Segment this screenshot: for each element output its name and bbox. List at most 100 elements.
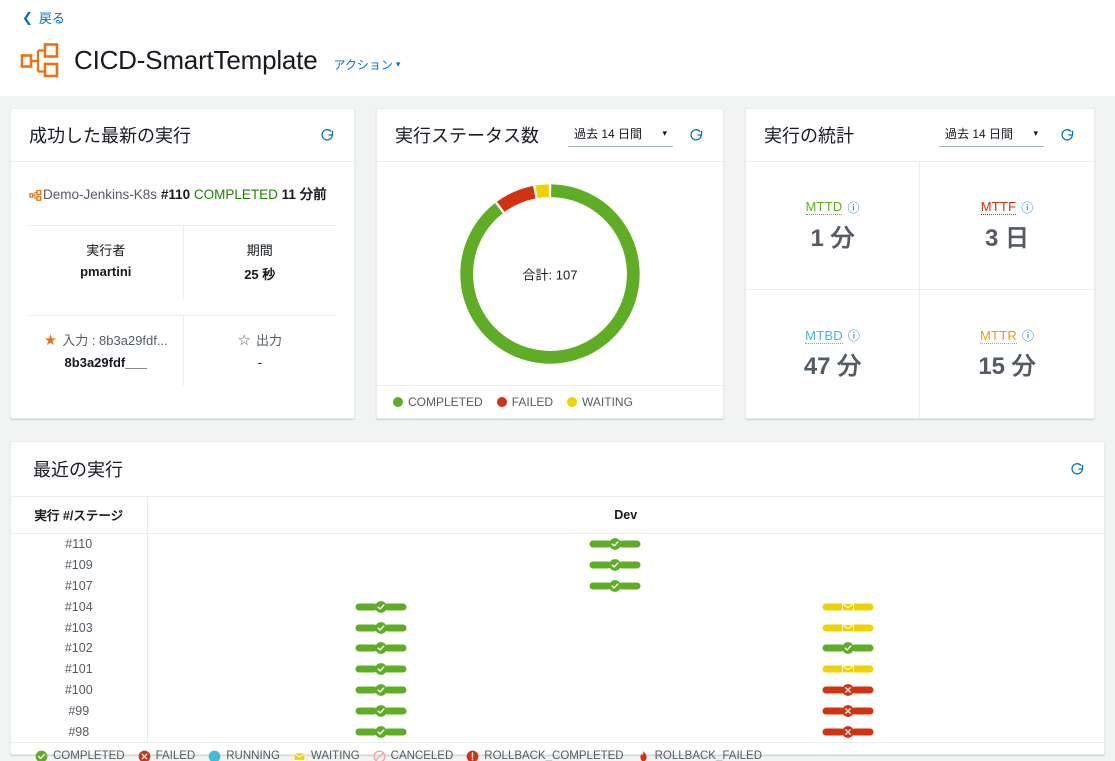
refresh-icon[interactable]: [685, 124, 707, 146]
filled-circle-icon: [208, 750, 221, 761]
legend-item-rollback_completed[interactable]: ROLLBACK_COMPLETED: [466, 750, 624, 761]
info-circle-icon[interactable]: ⓘ: [1021, 199, 1033, 216]
time-ago: 11 分前: [281, 187, 327, 202]
info-circle-icon[interactable]: ⓘ: [847, 199, 859, 216]
refresh-icon[interactable]: [1056, 124, 1078, 146]
actions-dropdown[interactable]: アクション ▾: [333, 56, 400, 73]
star-outline-icon[interactable]: ☆: [238, 331, 251, 349]
legend-label: WAITING: [310, 750, 360, 761]
stage-track: [148, 617, 1105, 638]
column-header-dev: Dev: [147, 497, 1104, 534]
table-row[interactable]: #99: [11, 700, 1104, 722]
stage-bar-right: [851, 624, 873, 632]
completed-status-icon: [374, 621, 387, 634]
stage-indicator-failed[interactable]: [822, 725, 873, 738]
stage-indicator-completed[interactable]: [355, 600, 406, 613]
refresh-icon[interactable]: [1066, 458, 1088, 480]
stage-indicator-waiting[interactable]: [822, 621, 873, 634]
stage-bar-right: [618, 561, 640, 569]
output-cell: ☆ 出力 -: [182, 316, 337, 386]
chevron-down-icon: ▾: [662, 128, 667, 138]
table-row[interactable]: #103: [11, 617, 1104, 638]
stage-indicator-completed[interactable]: [589, 538, 640, 551]
donut-total-label: 合計: 107: [522, 267, 578, 282]
donut-segment-waiting[interactable]: [535, 183, 550, 198]
input-cell: ★ 入力 : 8b3a29fdf... 8b3a29fdf___: [29, 316, 183, 386]
table-row[interactable]: #110: [11, 533, 1104, 555]
time-range-select[interactable]: 過去 14 日間 ▾: [939, 123, 1044, 147]
output-value: -: [257, 355, 262, 370]
stage-indicator-completed[interactable]: [589, 579, 640, 592]
info-circle-icon[interactable]: ⓘ: [848, 327, 860, 344]
legend-item-completed[interactable]: COMPLETED: [393, 395, 483, 409]
legend-item-failed[interactable]: FAILED: [138, 750, 196, 761]
table-row[interactable]: #107: [11, 575, 1104, 597]
executor-duration-row: 実行者 pmartini 期間 25 秒: [29, 225, 336, 299]
stage-indicator-completed[interactable]: [355, 663, 406, 676]
stage-indicator-completed[interactable]: [355, 683, 406, 696]
stage-bar-right: [384, 624, 406, 632]
execution-id-cell: #101: [11, 658, 148, 680]
time-range-select[interactable]: 過去 14 日間 ▾: [568, 123, 673, 147]
stage-indicator-completed[interactable]: [589, 559, 640, 572]
legend-item-rollback_failed[interactable]: ROLLBACK_FAILED: [637, 750, 762, 761]
table-row[interactable]: #104: [11, 596, 1104, 618]
card-title: 実行ステータス数: [395, 126, 539, 146]
refresh-icon[interactable]: [316, 124, 338, 146]
legend-item-failed[interactable]: FAILED: [496, 395, 553, 409]
stage-indicator-completed[interactable]: [355, 642, 406, 655]
stage-indicator-completed[interactable]: [355, 704, 406, 717]
stage-indicator-waiting[interactable]: [822, 600, 873, 613]
donut-legend: COMPLETED FAILED WAITING: [377, 385, 723, 418]
star-filled-icon[interactable]: ★: [44, 331, 57, 349]
legend-dot-icon: [496, 397, 507, 407]
table-row[interactable]: #98: [11, 721, 1104, 742]
execution-id-cell: #110: [11, 533, 148, 555]
back-label: 戻る: [38, 11, 65, 26]
actions-label: アクション: [333, 57, 393, 72]
stage-indicator-failed[interactable]: [822, 704, 873, 717]
card-header: 実行の統計 過去 14 日間 ▾: [746, 109, 1094, 162]
stage-indicator-waiting[interactable]: [822, 663, 873, 676]
flame-icon: [640, 750, 647, 761]
legend-item-completed[interactable]: COMPLETED: [35, 750, 125, 761]
pipeline-name-link[interactable]: Demo-Jenkins-K8s: [43, 187, 157, 202]
stage-indicator-completed[interactable]: [355, 621, 406, 634]
stage-indicator-completed[interactable]: [355, 725, 406, 738]
stages-cell: [147, 659, 1104, 680]
legend-item-canceled[interactable]: CANCELED: [373, 750, 454, 761]
stage-bar-right: [851, 686, 873, 694]
donut-chart: 合計: 107: [377, 162, 723, 385]
table-row[interactable]: #102: [11, 637, 1105, 659]
no-entry-icon: [373, 750, 386, 761]
stage-bar-right: [851, 603, 873, 611]
stage-track: [148, 638, 1105, 659]
card-header: 実行ステータス数 過去 14 日間 ▾: [377, 109, 723, 162]
legend-item-waiting[interactable]: WAITING: [567, 395, 633, 409]
stat-abbr-mttf[interactable]: MTTF: [980, 199, 1017, 215]
legend-label: CANCELED: [390, 750, 454, 761]
legend-label: FAILED: [155, 750, 196, 761]
stage-bar-right: [384, 686, 406, 694]
stat-abbr-mtbd[interactable]: MTBD: [805, 328, 843, 344]
stage-indicator-completed[interactable]: [822, 642, 873, 655]
completed-status-icon: [374, 725, 387, 738]
legend-dot-icon: [393, 397, 403, 407]
stages-cell: [147, 721, 1104, 742]
envelope-icon: [293, 752, 306, 761]
stage-bar-right: [384, 665, 406, 673]
info-circle-icon[interactable]: ⓘ: [1022, 327, 1034, 344]
legend-item-waiting[interactable]: WAITING: [293, 750, 360, 761]
table-row[interactable]: #109: [11, 554, 1104, 576]
donut-segment-failed[interactable]: [497, 185, 536, 212]
stat-abbr-mttr[interactable]: MTTR: [980, 328, 1017, 344]
legend-item-running[interactable]: RUNNING: [208, 750, 280, 761]
table-row[interactable]: #100: [11, 679, 1104, 701]
completed-status-icon: [374, 704, 387, 717]
stat-abbr-mttd[interactable]: MTTD: [805, 199, 843, 215]
table-row[interactable]: #101: [11, 658, 1104, 680]
recent-executions-table: 実行 #/ステージ Dev #110 #109 #107 #104 #103 #102 #1…: [11, 497, 1104, 742]
back-link[interactable]: ❮ 戻る: [22, 8, 65, 27]
stage-indicator-failed[interactable]: [822, 683, 873, 696]
duration-cell: 期間 25 秒: [182, 226, 337, 299]
